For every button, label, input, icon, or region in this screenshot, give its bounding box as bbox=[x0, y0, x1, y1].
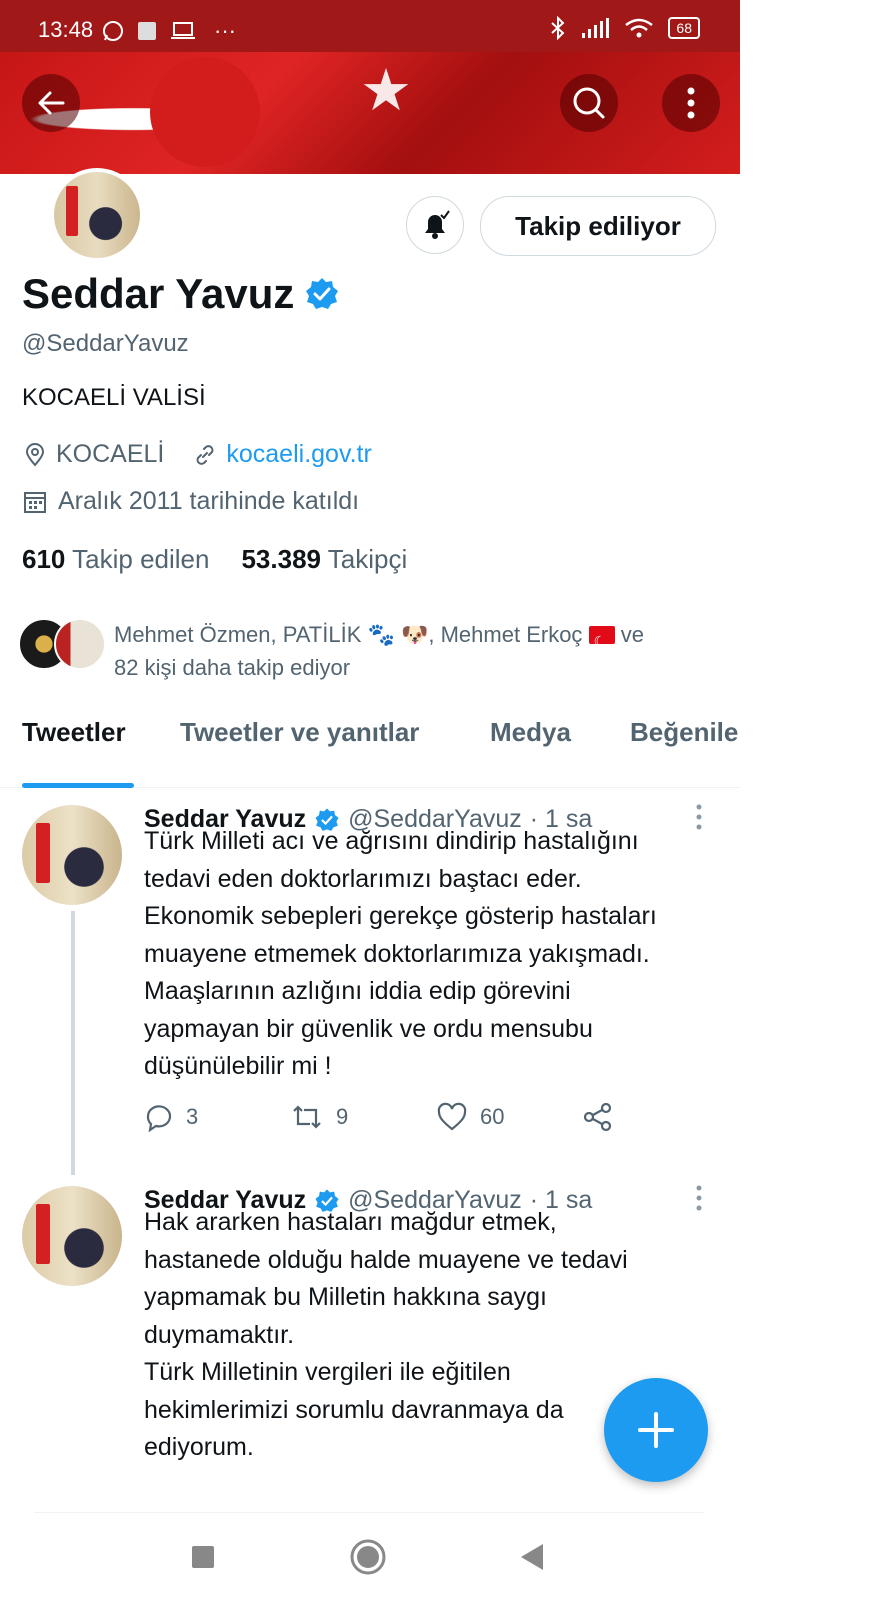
followers-count: 53.389 bbox=[241, 544, 321, 574]
notification-bell-button[interactable] bbox=[406, 196, 464, 254]
tweet-avatar[interactable] bbox=[22, 1186, 122, 1286]
profile-joined: Aralık 2011 tarihinde katıldı bbox=[58, 487, 360, 515]
status-bar: 13:48 ··· 68 bbox=[0, 0, 740, 52]
arrow-left-icon bbox=[38, 91, 65, 115]
compose-tweet-button[interactable] bbox=[604, 1378, 708, 1482]
tweet-card[interactable]: Seddar Yavuz @SeddarYavuz · 1 sa Türk Mi… bbox=[0, 795, 740, 1180]
location-pin-icon bbox=[25, 442, 45, 467]
profile-name-row: Seddar Yavuz bbox=[22, 270, 340, 318]
signal-icon bbox=[582, 18, 610, 38]
reply-button[interactable]: 3 bbox=[144, 1102, 290, 1132]
profile-location: KOCAELİ bbox=[56, 440, 165, 468]
banner-crescent bbox=[150, 57, 260, 167]
twitter-profile-screen: 13:48 ··· 68 ★ Takip ediliyor Seddar Yav… bbox=[0, 0, 740, 1600]
tab-media[interactable]: Medya bbox=[490, 717, 571, 748]
profile-bio: KOCAELİ VALİSİ bbox=[22, 384, 206, 411]
status-notification-icons: ··· bbox=[102, 18, 236, 44]
following-button[interactable]: Takip ediliyor bbox=[480, 196, 716, 256]
divider bbox=[34, 1512, 704, 1513]
more-vertical-icon bbox=[687, 87, 695, 119]
like-button[interactable]: 60 bbox=[436, 1102, 582, 1132]
profile-handle: @SeddarYavuz bbox=[22, 330, 189, 357]
profile-location-row: KOCAELİ kocaeli.gov.tr bbox=[22, 440, 372, 469]
avatar-flag bbox=[36, 823, 50, 883]
followers-label: Takipçi bbox=[327, 544, 408, 574]
calendar-icon bbox=[24, 491, 46, 513]
search-button[interactable] bbox=[560, 74, 618, 132]
share-button[interactable] bbox=[582, 1101, 614, 1133]
tab-tweets[interactable]: Tweetler bbox=[22, 717, 126, 748]
followers-stat[interactable]: 53.389 Takipçi bbox=[241, 544, 407, 575]
tweet-actions: 3 9 60 bbox=[144, 1101, 614, 1133]
verified-badge-icon bbox=[306, 278, 339, 309]
known-followers-and: ve bbox=[620, 622, 644, 647]
following-stat[interactable]: 610 Takip edilen bbox=[22, 544, 209, 575]
avatar-flag bbox=[66, 186, 78, 236]
profile-stats: 610 Takip edilen 53.389 Takipçi bbox=[22, 544, 407, 575]
reply-icon bbox=[146, 1105, 172, 1132]
turkish-flag-icon bbox=[588, 625, 615, 658]
search-icon bbox=[573, 87, 605, 119]
retweet-icon bbox=[293, 1105, 321, 1129]
recent-apps-icon[interactable] bbox=[190, 1544, 216, 1570]
known-follower-avatar bbox=[54, 618, 106, 670]
profile-website-link[interactable]: kocaeli.gov.tr bbox=[226, 440, 371, 469]
whatsapp-icon bbox=[103, 21, 123, 41]
like-count: 60 bbox=[480, 1104, 505, 1129]
thread-line bbox=[71, 911, 75, 1175]
status-time: 13:48 bbox=[38, 17, 94, 42]
more-button[interactable] bbox=[662, 74, 720, 132]
retweet-button[interactable]: 9 bbox=[290, 1102, 436, 1132]
avatar-flag bbox=[36, 1204, 50, 1264]
battery-indicator: 68 bbox=[668, 17, 700, 39]
followers-you-know-text: Mehmet Özmen, PATİLİK 🐾 🐶, Mehmet Erkoç … bbox=[114, 618, 724, 684]
back-button[interactable] bbox=[22, 74, 80, 132]
following-label: Takip edilen bbox=[72, 544, 210, 574]
profile-avatar[interactable] bbox=[50, 168, 144, 262]
heart-icon bbox=[437, 1102, 467, 1131]
active-tab-indicator bbox=[22, 783, 134, 788]
link-icon bbox=[196, 444, 214, 465]
retweet-count: 9 bbox=[336, 1104, 349, 1129]
system-navigation-bar bbox=[0, 1520, 740, 1600]
tweet-text: Türk Milleti acı ve ağrısını dindirip ha… bbox=[144, 827, 657, 1080]
laptop-icon bbox=[171, 22, 195, 39]
plus-icon bbox=[638, 1412, 674, 1448]
share-icon bbox=[583, 1102, 612, 1132]
following-count: 610 bbox=[22, 544, 66, 574]
home-icon[interactable] bbox=[349, 1538, 387, 1576]
banner-star: ★ bbox=[360, 58, 412, 123]
back-triangle-icon[interactable] bbox=[518, 1542, 546, 1572]
image-icon bbox=[138, 22, 156, 40]
profile-name: Seddar Yavuz bbox=[22, 270, 295, 317]
status-system-icons: 68 bbox=[550, 16, 700, 40]
known-followers-more: 82 kişi daha takip ediyor bbox=[114, 655, 351, 680]
profile-joined-row: Aralık 2011 tarihinde katıldı bbox=[22, 487, 359, 516]
known-followers-names: Mehmet Özmen, PATİLİK 🐾 🐶, Mehmet Erkoç bbox=[114, 622, 583, 647]
more-notifications-icon: ··· bbox=[214, 18, 236, 43]
bluetooth-icon bbox=[551, 16, 565, 40]
wifi-icon bbox=[625, 18, 654, 38]
tweet-avatar[interactable] bbox=[22, 805, 122, 905]
bell-check-icon bbox=[425, 210, 450, 239]
tab-likes[interactable]: Beğenile bbox=[630, 717, 738, 748]
reply-count: 3 bbox=[186, 1104, 199, 1129]
tab-tweets-and-replies[interactable]: Tweetler ve yanıtlar bbox=[180, 717, 419, 748]
profile-tabs: Tweetler Tweetler ve yanıtlar Medya Beğe… bbox=[0, 705, 740, 788]
profile-banner: ★ bbox=[0, 52, 740, 174]
